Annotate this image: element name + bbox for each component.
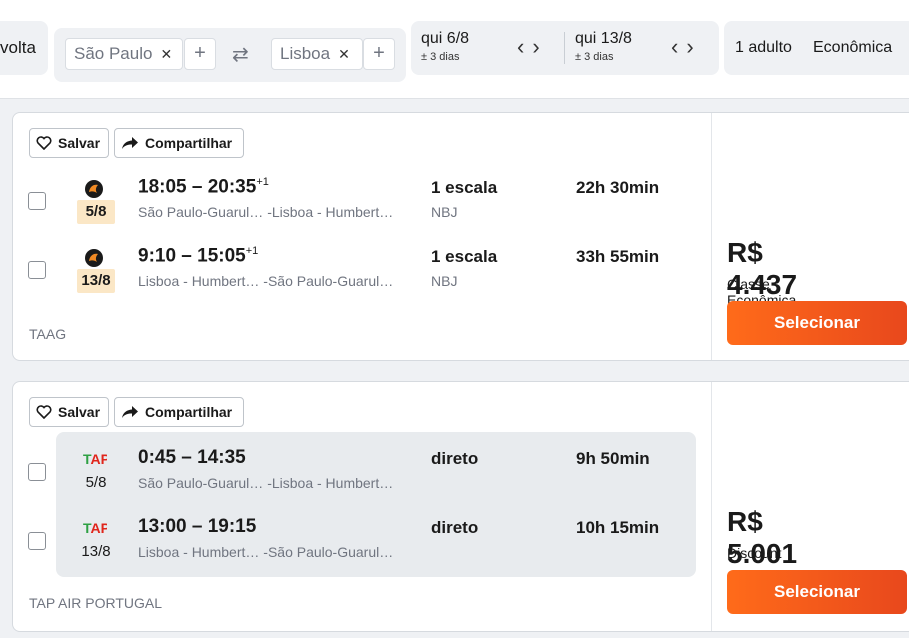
leg-route: São Paulo-Guarul… -Lisboa - Humbert… — [138, 475, 393, 491]
save-label: Salvar — [58, 135, 101, 151]
leg-via: NBJ — [431, 204, 458, 220]
leg-times-text: 18:05 – 20:35 — [138, 176, 257, 198]
passenger-cabin-field[interactable]: 1 adulto Econômica — [724, 21, 909, 75]
tap-logo-icon: TAP — [83, 451, 107, 467]
add-destination-button[interactable]: + — [363, 38, 395, 70]
search-bar: volta São Paulo ✕ + ⇄ Lisboa ✕ + qui 6/8… — [0, 0, 909, 99]
leg-route-from: Lisboa - Humbert… — [138, 273, 260, 289]
depart-date[interactable]: qui 6/8 ± 3 dias — [421, 30, 469, 63]
leg-times: 9:10 – 15:05+1 — [138, 245, 258, 267]
leg-times: 13:00 – 19:15 — [138, 516, 257, 537]
depart-date-arrows-icon[interactable]: ‹› — [517, 34, 548, 60]
leg-route: São Paulo-Guarul… -Lisboa - Humbert… — [138, 204, 393, 220]
trip-type-selector[interactable]: volta — [0, 21, 48, 75]
leg-checkbox[interactable] — [28, 261, 46, 279]
heart-icon — [36, 136, 52, 150]
tap-logo-text: TAP — [83, 451, 107, 467]
leg-times: 18:05 – 20:35+1 — [138, 176, 269, 198]
select-button[interactable]: Selecionar — [727, 301, 907, 345]
leg-route-from: São Paulo-Guarul… — [138, 475, 264, 491]
add-origin-button[interactable]: + — [184, 38, 216, 70]
save-button[interactable]: Salvar — [29, 128, 109, 158]
leg-date: 5/8 — [77, 200, 115, 224]
price-column: R$ 5.001 Discount Selecionar — [711, 382, 907, 631]
date-divider — [564, 32, 565, 64]
tap-logo-icon: TAP — [83, 520, 107, 536]
passengers-label: 1 adulto — [735, 39, 792, 56]
leg-route: Lisboa - Humbert… -São Paulo-Guarul… — [138, 544, 393, 560]
share-button[interactable]: Compartilhar — [114, 128, 244, 158]
leg-times-text: 9:10 – 15:05 — [138, 245, 246, 267]
return-date-label: qui 13/8 — [575, 30, 632, 47]
leg-stops: direto — [431, 449, 479, 468]
leg-duration: 10h 15min — [576, 518, 660, 537]
price-column: R$ 4.437 Classe Econômica Selecionar — [711, 113, 907, 360]
save-label: Salvar — [58, 404, 101, 420]
share-icon — [122, 406, 138, 418]
leg-stops: direto — [431, 518, 479, 537]
leg-route: Lisboa - Humbert… -São Paulo-Guarul… — [138, 273, 393, 289]
destination-chip[interactable]: Lisboa ✕ — [271, 38, 363, 70]
share-label: Compartilhar — [145, 404, 233, 420]
share-label: Compartilhar — [145, 135, 233, 151]
leg-date: 13/8 — [77, 269, 115, 293]
heart-icon — [36, 405, 52, 419]
leg-day-offset: +1 — [256, 176, 269, 188]
leg-checkbox[interactable] — [28, 463, 46, 481]
leg-date: 13/8 — [81, 543, 111, 560]
return-date[interactable]: qui 13/8 ± 3 dias — [575, 30, 632, 63]
leg-stops: 1 escala — [431, 178, 498, 197]
leg-duration: 33h 55min — [576, 247, 660, 266]
result-card: Salvar Compartilhar TAP 5/8 0:45 – 14:35… — [12, 381, 909, 632]
flight-leg: 13/8 9:10 – 15:05+1 Lisboa - Humbert… -S… — [13, 245, 703, 305]
leg-route-from: São Paulo-Guarul… — [138, 204, 264, 220]
share-button[interactable]: Compartilhar — [114, 397, 244, 427]
swap-icon[interactable]: ⇄ — [232, 42, 249, 67]
taag-logo-icon — [85, 249, 103, 267]
flight-leg: 5/8 18:05 – 20:35+1 São Paulo-Guarul… -L… — [13, 176, 703, 236]
depart-date-label: qui 6/8 — [421, 30, 470, 47]
return-date-arrows-icon[interactable]: ‹› — [671, 34, 702, 60]
remove-destination-icon[interactable]: ✕ — [338, 46, 350, 63]
leg-duration: 9h 50min — [576, 449, 650, 468]
save-button[interactable]: Salvar — [29, 397, 109, 427]
share-icon — [122, 137, 138, 149]
origin-label: São Paulo — [74, 44, 153, 63]
origin-chip[interactable]: São Paulo ✕ — [65, 38, 183, 70]
leg-date: 5/8 — [85, 474, 107, 491]
leg-via: NBJ — [431, 273, 458, 289]
cabin-label: Econômica — [813, 39, 893, 56]
leg-checkbox[interactable] — [28, 532, 46, 550]
flight-leg: TAP 5/8 0:45 – 14:35 São Paulo-Guarul… -… — [13, 447, 703, 507]
destination-label: Lisboa — [280, 44, 331, 63]
price-cabin-label: Discount — [727, 545, 782, 561]
leg-route-to: -São Paulo-Guarul… — [263, 273, 394, 289]
leg-route-to: -São Paulo-Guarul… — [263, 544, 394, 560]
return-flex-label: ± 3 dias — [575, 51, 614, 63]
result-card: Salvar Compartilhar 5/8 18:05 – 20:35+1 … — [12, 112, 909, 361]
leg-route-from: Lisboa - Humbert… — [138, 544, 260, 560]
remove-origin-icon[interactable]: ✕ — [160, 46, 172, 63]
leg-route-to: -Lisboa - Humbert… — [267, 475, 394, 491]
trip-type-label: volta — [0, 38, 36, 57]
date-field: qui 6/8 ± 3 dias ‹› qui 13/8 ± 3 dias ‹› — [411, 21, 719, 75]
select-button[interactable]: Selecionar — [727, 570, 907, 614]
flight-leg: TAP 13/8 13:00 – 19:15 Lisboa - Humbert…… — [13, 516, 703, 576]
taag-logo-icon — [85, 180, 103, 198]
leg-times: 0:45 – 14:35 — [138, 447, 246, 468]
depart-flex-label: ± 3 dias — [421, 51, 460, 63]
leg-day-offset: +1 — [245, 245, 259, 257]
airline-name: TAAG — [29, 326, 67, 342]
leg-stops: 1 escala — [431, 247, 498, 266]
airline-name: TAP AIR PORTUGAL — [29, 595, 163, 611]
route-field: São Paulo ✕ + ⇄ Lisboa ✕ + — [54, 28, 406, 82]
leg-route-to: -Lisboa - Humbert… — [267, 204, 394, 220]
leg-checkbox[interactable] — [28, 192, 46, 210]
tap-logo-text: TAP — [83, 520, 107, 536]
leg-duration: 22h 30min — [576, 178, 660, 197]
